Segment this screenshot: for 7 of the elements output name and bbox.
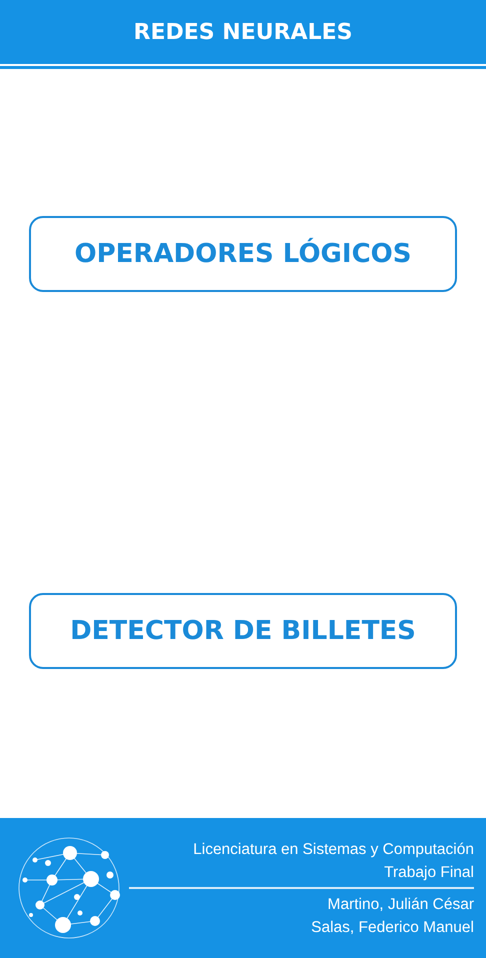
menu-button[interactable]: DETECTOR DE BILLETES	[29, 593, 457, 669]
app-title: REDES NEURALES	[134, 20, 352, 44]
menu-button[interactable]: OPERADORES LÓGICOS	[29, 216, 457, 292]
footer-text: Salas, Federico Manuel	[310, 918, 474, 938]
footer-text: Licenciatura en Sistemas y Computación	[192, 840, 474, 860]
footer-text: Martino, Julián César	[326, 894, 474, 914]
footer-text: Trabajo Final	[383, 862, 474, 882]
